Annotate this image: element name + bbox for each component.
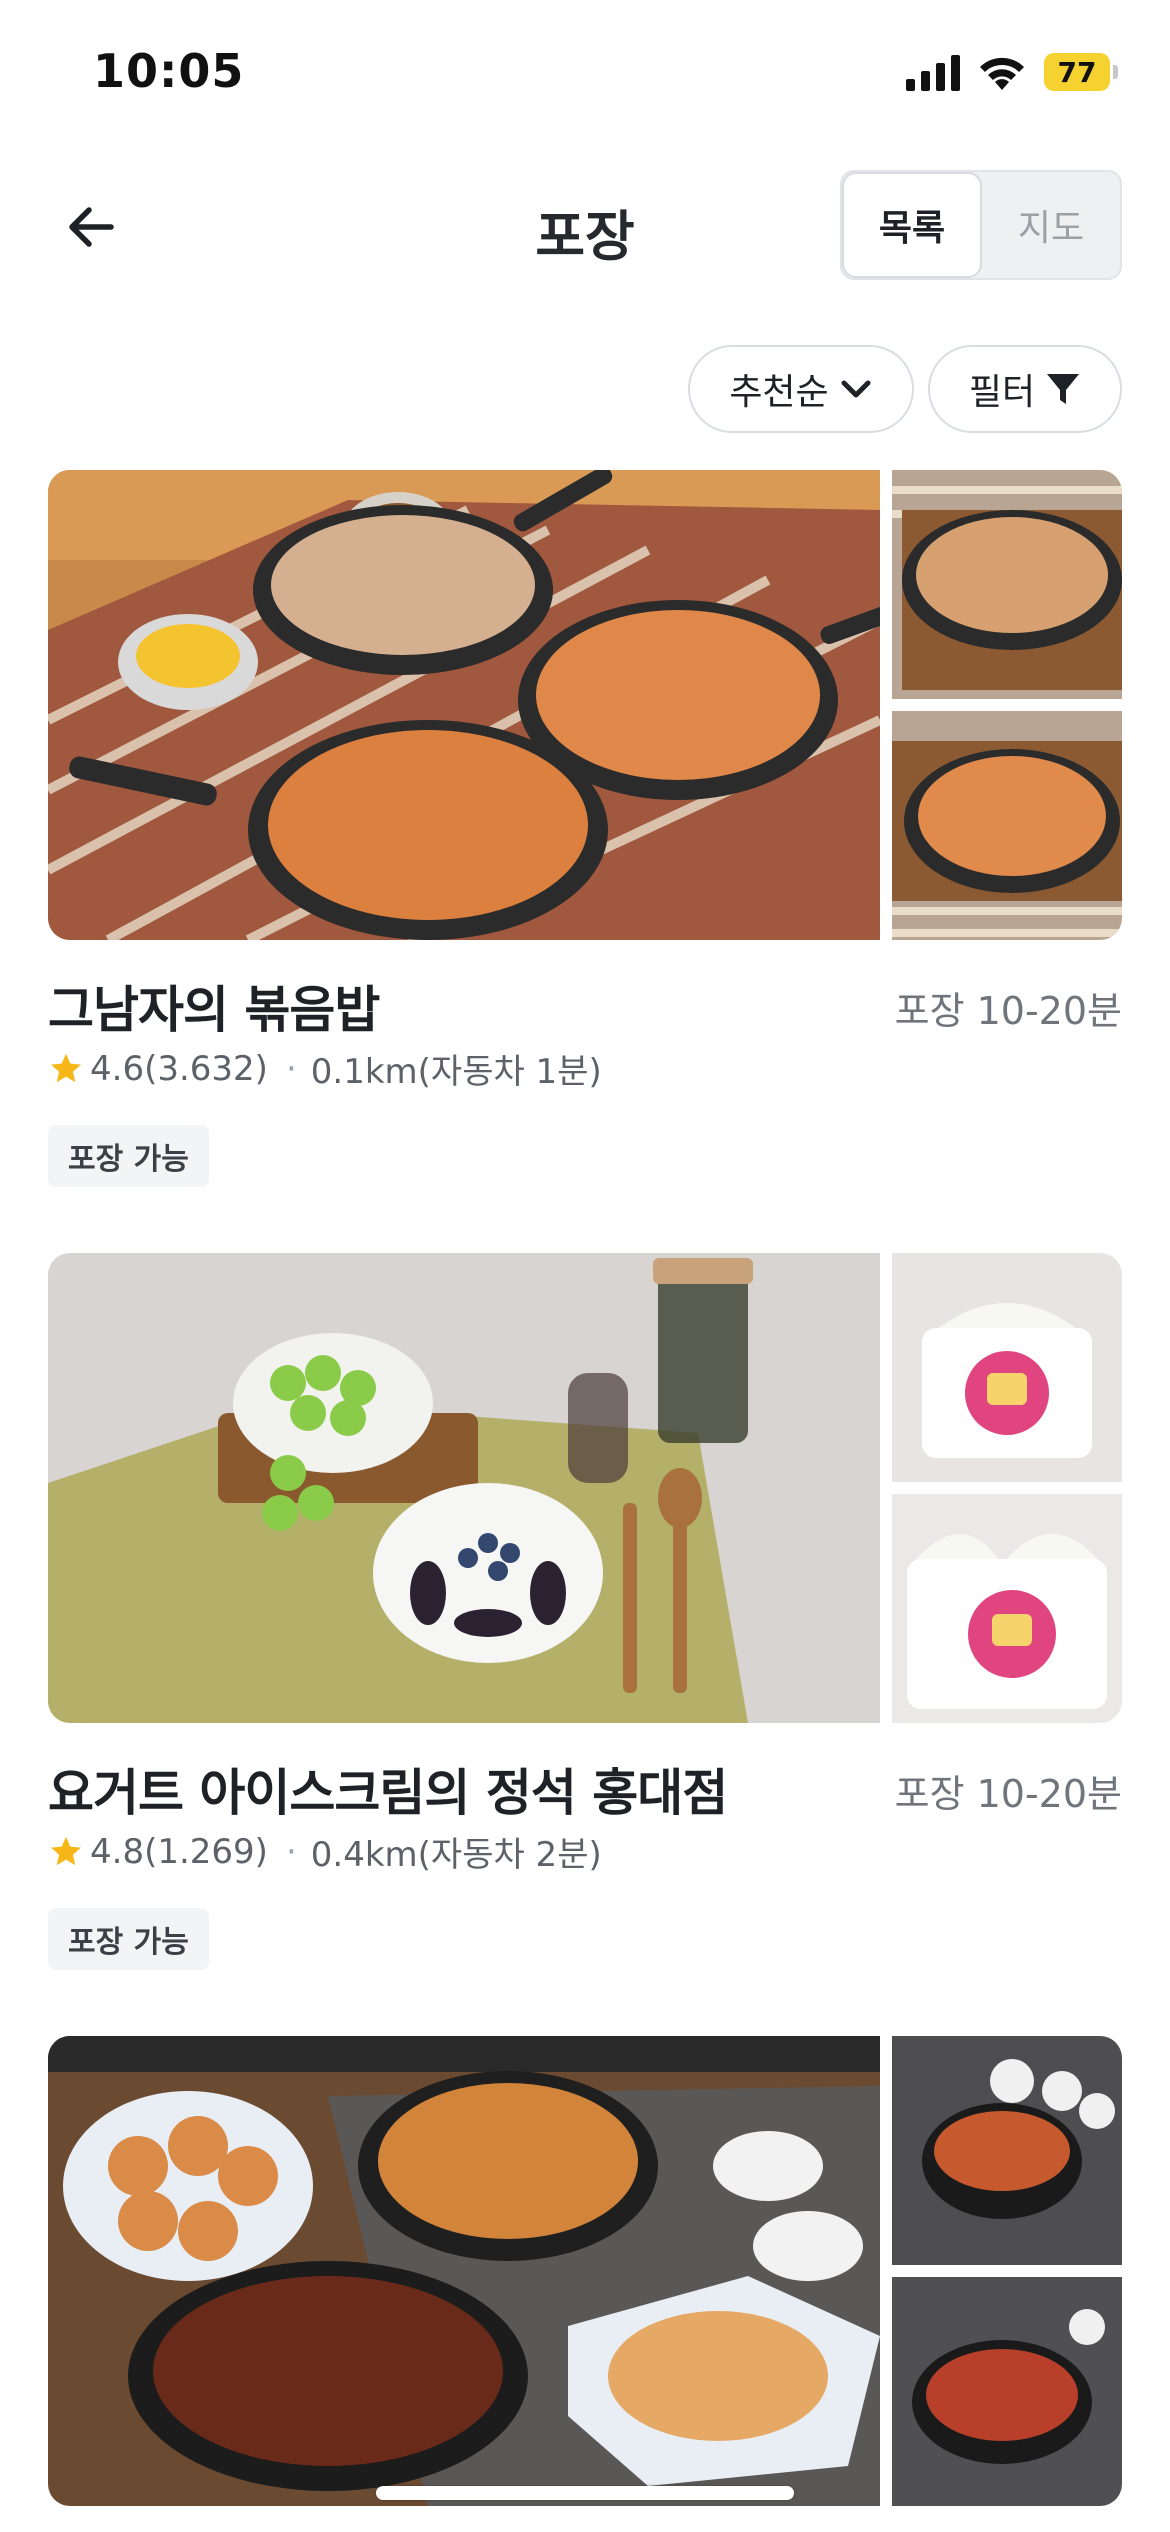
battery-icon: 77 — [1044, 53, 1118, 91]
store-photo-main — [48, 1253, 880, 1723]
filter-button[interactable]: 필터 — [928, 345, 1122, 433]
separator-dot: · — [285, 1831, 297, 1872]
review-count: (1.269) — [144, 1831, 268, 1872]
home-indicator — [376, 2486, 794, 2500]
list-view-tab[interactable]: 목록 — [842, 172, 982, 278]
store-rating: 4.8 — [90, 1831, 145, 1872]
store-photo-thumb — [892, 1253, 1122, 1482]
pickup-badge: 포장 가능 — [48, 1908, 209, 1970]
status-icons: 77 — [906, 52, 1118, 92]
star-icon — [51, 1053, 81, 1082]
store-photos[interactable] — [48, 2036, 1122, 2506]
store-card[interactable]: 그남자의 볶음밥 포장 10-20분 4.6 (3.632) · 0.1km(자… — [48, 470, 1122, 1187]
store-card[interactable]: 요거트 아이스크림의 정석 홍대점 포장 10-20분 4.8 (1.269) … — [48, 1253, 1122, 1970]
battery-level: 77 — [1044, 53, 1110, 91]
arrow-left-icon — [69, 207, 114, 247]
store-card[interactable] — [48, 2036, 1122, 2506]
separator-dot: · — [285, 1048, 297, 1089]
store-photo-main — [48, 2036, 880, 2506]
filter-label: 필터 — [968, 372, 1036, 413]
store-photo-thumb — [892, 2277, 1122, 2506]
review-count: (3.632) — [144, 1048, 268, 1089]
star-icon — [51, 1836, 81, 1865]
sort-label: 추천순 — [729, 372, 829, 413]
pickup-time: 포장 10-20분 — [894, 1772, 1122, 1816]
map-view-tab[interactable]: 지도 — [982, 172, 1120, 278]
store-meta: 4.6 (3.632) · 0.1km(자동차 1분) — [48, 1044, 602, 1093]
store-photos[interactable] — [48, 470, 1122, 940]
store-photo-thumb — [892, 1494, 1122, 1723]
pickup-time: 포장 10-20분 — [894, 989, 1122, 1033]
store-photo-thumb — [892, 711, 1122, 940]
store-name: 그남자의 볶음밥 — [48, 981, 380, 1039]
store-meta: 4.8 (1.269) · 0.4km(자동차 2분) — [48, 1827, 602, 1876]
view-toggle: 목록 지도 — [840, 170, 1122, 280]
store-photo-thumb — [892, 470, 1122, 699]
status-bar: 10:05 77 — [0, 0, 1170, 150]
store-distance: 0.1km(자동차 1분) — [310, 1052, 602, 1092]
store-name: 요거트 아이스크림의 정석 홍대점 — [48, 1764, 728, 1822]
wifi-icon — [980, 57, 1024, 90]
back-button[interactable] — [56, 192, 126, 262]
sort-button[interactable]: 추천순 — [688, 345, 914, 433]
store-photo-thumb — [892, 2036, 1122, 2265]
store-photos[interactable] — [48, 1253, 1122, 1723]
pickup-badge: 포장 가능 — [48, 1125, 209, 1187]
header: 포장 목록 지도 — [0, 150, 1170, 300]
signal-icon — [906, 53, 960, 91]
store-photo-main — [48, 470, 880, 940]
store-rating: 4.6 — [90, 1048, 145, 1089]
store-distance: 0.4km(자동차 2분) — [310, 1835, 602, 1875]
status-time: 10:05 — [93, 44, 245, 98]
chevron-down-icon — [841, 380, 871, 398]
funnel-icon — [1047, 374, 1080, 404]
